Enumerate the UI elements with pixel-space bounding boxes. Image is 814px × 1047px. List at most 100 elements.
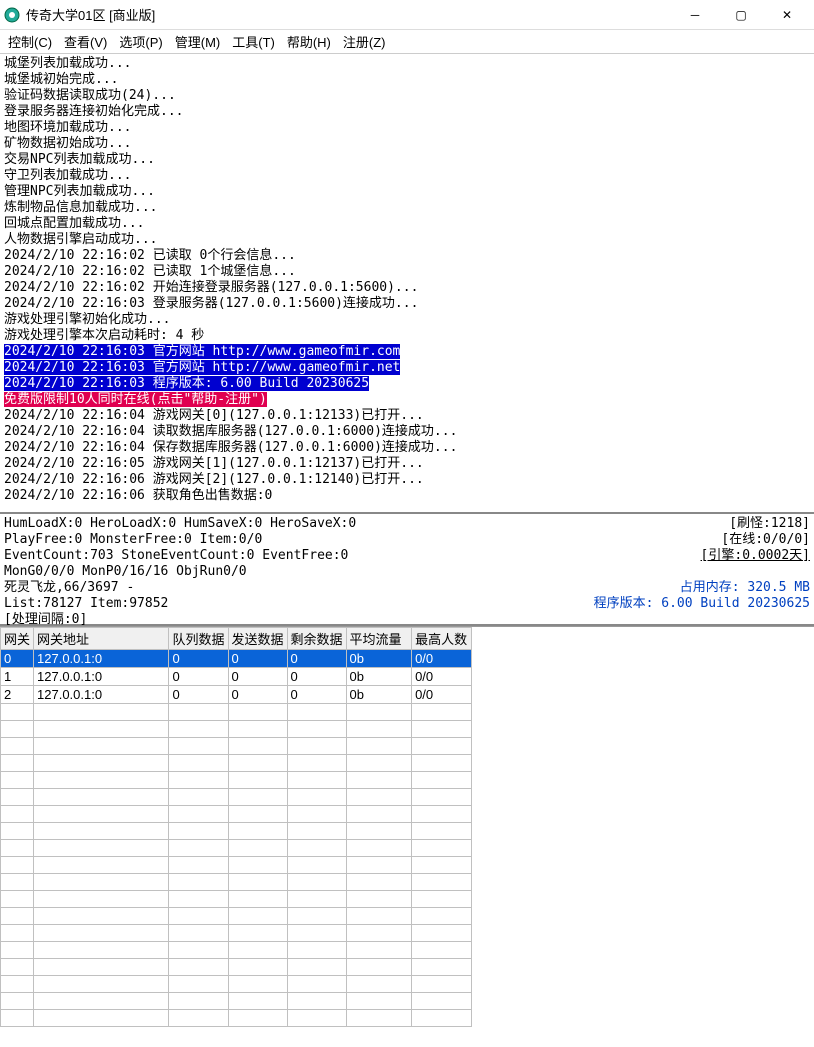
table-cell <box>287 1010 346 1027</box>
minimize-button[interactable]: ─ <box>672 1 718 29</box>
table-header[interactable]: 网关 <box>1 628 34 650</box>
maximize-button[interactable]: ▢ <box>718 1 764 29</box>
table-cell <box>169 755 228 772</box>
table-cell <box>169 721 228 738</box>
table-row[interactable] <box>1 1010 472 1027</box>
table-cell <box>1 840 34 857</box>
table-header[interactable]: 最高人数 <box>412 628 472 650</box>
menu-help[interactable]: 帮助(H) <box>287 32 331 51</box>
table-cell: 0 <box>287 686 346 704</box>
table-cell <box>228 721 287 738</box>
table-row[interactable] <box>1 908 472 925</box>
table-cell <box>412 959 472 976</box>
table-row[interactable] <box>1 976 472 993</box>
console-line: 游戏处理引擎本次启动耗时: 4 秒 <box>4 328 810 344</box>
console-line: 2024/2/10 22:16:04 游戏网关[0](127.0.0.1:121… <box>4 408 810 424</box>
menu-view[interactable]: 查看(V) <box>64 32 107 51</box>
table-header[interactable]: 网关地址 <box>34 628 169 650</box>
table-cell <box>412 908 472 925</box>
table-row[interactable] <box>1 806 472 823</box>
table-cell <box>34 993 169 1010</box>
table-cell <box>169 874 228 891</box>
console-line: 2024/2/10 22:16:04 读取数据库服务器(127.0.0.1:60… <box>4 424 810 440</box>
table-cell: 0 <box>169 686 228 704</box>
table-row[interactable] <box>1 721 472 738</box>
console-line: 守卫列表加载成功... <box>4 168 810 184</box>
table-row[interactable] <box>1 993 472 1010</box>
table-row[interactable] <box>1 857 472 874</box>
console-line: 矿物数据初始成功... <box>4 136 810 152</box>
table-row[interactable]: 0127.0.0.1:00000b0/0 <box>1 650 472 668</box>
menu-control[interactable]: 控制(C) <box>8 32 52 51</box>
status-engine-days[interactable]: [引擎:0.0002天] <box>701 548 810 564</box>
table-cell <box>412 925 472 942</box>
table-header[interactable]: 队列数据 <box>169 628 228 650</box>
table-cell <box>228 738 287 755</box>
table-cell <box>1 874 34 891</box>
console-line: 2024/2/10 22:16:03 登录服务器(127.0.0.1:5600)… <box>4 296 810 312</box>
table-cell <box>228 925 287 942</box>
table-row[interactable] <box>1 942 472 959</box>
close-button[interactable]: ✕ <box>764 1 810 29</box>
table-cell <box>228 874 287 891</box>
table-cell <box>34 942 169 959</box>
table-cell <box>412 857 472 874</box>
table-cell <box>34 976 169 993</box>
table-row[interactable] <box>1 738 472 755</box>
table-cell <box>346 993 412 1010</box>
console-line: 回城点配置加载成功... <box>4 216 810 232</box>
table-cell <box>1 704 34 721</box>
menu-manage[interactable]: 管理(M) <box>175 32 221 51</box>
table-cell <box>287 993 346 1010</box>
table-row[interactable] <box>1 891 472 908</box>
table-cell <box>287 806 346 823</box>
console-line-warning[interactable]: 免费版限制10人同时在线(点击"帮助-注册") <box>4 392 810 408</box>
console-output[interactable]: 城堡列表加载成功...城堡城初始完成...验证码数据读取成功(24)...登录服… <box>0 54 814 514</box>
table-cell <box>346 908 412 925</box>
table-row[interactable] <box>1 823 472 840</box>
table-cell <box>412 772 472 789</box>
table-row[interactable]: 2127.0.0.1:00000b0/0 <box>1 686 472 704</box>
menu-tools[interactable]: 工具(T) <box>232 32 275 51</box>
table-cell: 0/0 <box>412 650 472 668</box>
table-cell: 0 <box>228 650 287 668</box>
table-row[interactable] <box>1 755 472 772</box>
table-header[interactable]: 平均流量 <box>346 628 412 650</box>
table-row[interactable] <box>1 840 472 857</box>
table-cell <box>228 704 287 721</box>
menu-options[interactable]: 选项(P) <box>119 32 162 51</box>
table-cell <box>287 857 346 874</box>
table-row[interactable] <box>1 874 472 891</box>
table-cell <box>34 772 169 789</box>
table-header[interactable]: 发送数据 <box>228 628 287 650</box>
table-cell <box>346 721 412 738</box>
table-row[interactable] <box>1 959 472 976</box>
console-line: 炼制物品信息加载成功... <box>4 200 810 216</box>
table-cell: 2 <box>1 686 34 704</box>
table-cell <box>287 891 346 908</box>
table-row[interactable] <box>1 704 472 721</box>
table-cell: 0b <box>346 686 412 704</box>
table-cell <box>169 976 228 993</box>
gateway-table[interactable]: 网关网关地址队列数据发送数据剩余数据平均流量最高人数 0127.0.0.1:00… <box>0 627 472 1027</box>
console-line-highlight: 2024/2/10 22:16:03 官方网站 http://www.gameo… <box>4 360 810 376</box>
table-cell <box>287 908 346 925</box>
table-row[interactable] <box>1 925 472 942</box>
table-cell: 0b <box>346 650 412 668</box>
table-row[interactable] <box>1 789 472 806</box>
table-cell: 0/0 <box>412 668 472 686</box>
table-cell <box>287 789 346 806</box>
gateway-table-container[interactable]: 网关网关地址队列数据发送数据剩余数据平均流量最高人数 0127.0.0.1:00… <box>0 626 814 1047</box>
table-cell <box>34 823 169 840</box>
table-row[interactable]: 1127.0.0.1:00000b0/0 <box>1 668 472 686</box>
status-memory: 占用内存: 320.5 MB <box>680 580 810 596</box>
table-header[interactable]: 剩余数据 <box>287 628 346 650</box>
table-cell <box>412 704 472 721</box>
table-row[interactable] <box>1 772 472 789</box>
table-cell <box>228 789 287 806</box>
menu-register[interactable]: 注册(Z) <box>343 32 386 51</box>
table-cell <box>228 1010 287 1027</box>
table-cell <box>228 993 287 1010</box>
table-cell <box>346 789 412 806</box>
table-cell <box>287 942 346 959</box>
